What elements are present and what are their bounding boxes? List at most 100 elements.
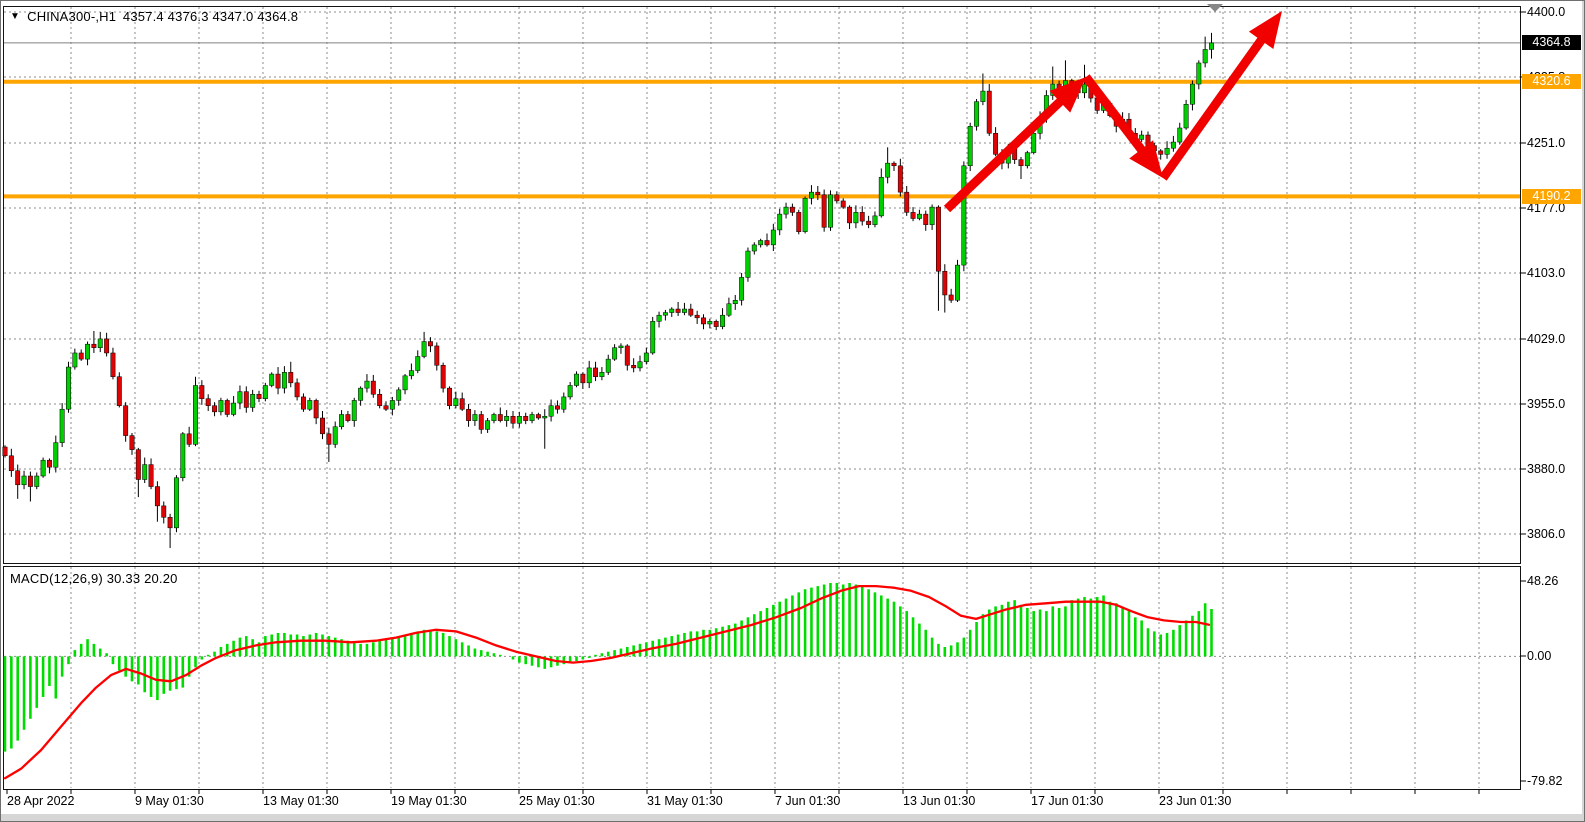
candle-body <box>3 447 7 456</box>
candle-body <box>225 400 229 414</box>
candle-body <box>187 434 191 445</box>
candle-body <box>803 198 807 231</box>
candle-body <box>352 400 356 420</box>
level-price-badge: 4320.6 <box>1522 74 1581 89</box>
candle-body <box>270 374 274 385</box>
candle-body <box>631 365 635 368</box>
symbol-dropdown-icon[interactable]: ▼ <box>10 12 20 22</box>
candle-body <box>206 399 210 406</box>
candle-body <box>1159 151 1163 155</box>
candle-body <box>174 478 178 528</box>
macd-indicator-label: MACD(12,26,9) 30.33 20.20 <box>10 571 178 586</box>
candle-body <box>181 434 185 478</box>
candle-body <box>41 460 45 476</box>
candle-body <box>504 416 508 420</box>
candle-body <box>333 427 337 445</box>
chart-canvas <box>1 1 1585 822</box>
level-price-badge: 4190.2 <box>1522 189 1581 204</box>
candle-body <box>301 397 305 409</box>
candle-body <box>682 309 686 313</box>
candle-body <box>752 245 756 251</box>
candle-body <box>441 365 445 388</box>
candle-body <box>714 321 718 326</box>
candle-body <box>663 313 667 316</box>
scroll-to-end-marker <box>1207 4 1223 12</box>
candle-body <box>66 367 70 409</box>
candle-body <box>162 506 166 517</box>
candle-body <box>981 91 985 102</box>
date-label: 31 May 01:30 <box>647 794 723 808</box>
candle-body <box>244 392 248 408</box>
candle-body <box>968 126 972 166</box>
candle-body <box>898 166 902 192</box>
candle-body <box>739 277 743 300</box>
candle-body <box>936 207 940 271</box>
candle-body <box>758 240 762 244</box>
date-label: 13 Jun 01:30 <box>903 794 975 808</box>
candle-body <box>797 212 801 231</box>
candle-body <box>104 339 108 353</box>
candle-body <box>612 348 616 359</box>
candle-body <box>638 362 642 368</box>
candle-body <box>536 414 540 418</box>
candle-body <box>701 318 705 324</box>
candle-body <box>689 309 693 315</box>
candle-body <box>454 399 458 406</box>
price-tick-label: 3880.0 <box>1527 462 1583 476</box>
candle-body <box>1082 84 1086 93</box>
current-price-badge: 4364.8 <box>1522 35 1581 50</box>
candle-body <box>651 321 655 353</box>
candle-body <box>473 414 477 420</box>
candle-body <box>168 517 172 528</box>
macd-tick-label: 0.00 <box>1527 649 1583 663</box>
candle-body <box>466 409 470 420</box>
candle-body <box>327 434 331 445</box>
candle-body <box>130 436 134 450</box>
candle-body <box>568 385 572 396</box>
candle-body <box>854 212 858 223</box>
candle-body <box>517 416 521 423</box>
candle-body <box>16 471 20 485</box>
candle-body <box>670 309 674 313</box>
candle-body <box>1178 128 1182 142</box>
candle-body <box>765 240 769 244</box>
candle-body <box>384 406 388 410</box>
date-label: 17 Jun 01:30 <box>1031 794 1103 808</box>
candle-body <box>1019 160 1023 166</box>
candle-body <box>911 212 915 218</box>
candle-body <box>117 377 121 406</box>
candle-body <box>860 212 864 221</box>
candle-body <box>149 465 153 487</box>
candle-body <box>123 406 127 436</box>
candle-body <box>543 416 547 418</box>
date-label: 7 Jun 01:30 <box>775 794 840 808</box>
candle-body <box>282 372 286 388</box>
candle-body <box>479 414 483 429</box>
price-tick-label: 4400.0 <box>1527 5 1583 19</box>
candle-body <box>9 456 13 471</box>
candle-body <box>428 342 432 346</box>
candle-body <box>879 177 883 216</box>
candle-body <box>828 195 832 228</box>
candle-body <box>1184 104 1188 128</box>
candle-body <box>1025 153 1029 166</box>
trend-arrow-shaft <box>947 91 1072 209</box>
candle-body <box>92 344 96 348</box>
candle-body <box>22 476 26 485</box>
candle-body <box>365 381 369 388</box>
candle-body <box>530 414 534 420</box>
candle-body <box>47 460 51 467</box>
trading-chart-window: ▼ CHINA300-,H1 4357.4 4376.3 4347.0 4364… <box>0 0 1585 822</box>
candle-body <box>727 304 731 315</box>
candle-body <box>574 374 578 385</box>
candle-body <box>155 487 159 506</box>
date-label: 28 Apr 2022 <box>7 794 74 808</box>
candle-body <box>250 394 254 407</box>
price-tick-label: 4103.0 <box>1527 266 1583 280</box>
candle-body <box>60 409 64 442</box>
candle-body <box>905 192 909 212</box>
candle-body <box>314 400 318 418</box>
candle-body <box>98 339 102 348</box>
candle-body <box>492 414 496 420</box>
candle-body <box>200 385 204 398</box>
